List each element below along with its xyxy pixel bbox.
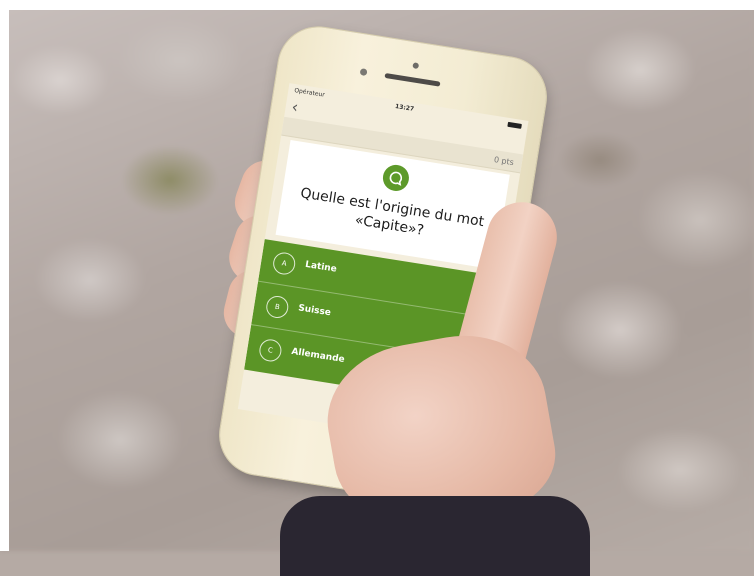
image-border-left: [0, 0, 9, 551]
chevron-left-icon[interactable]: ‹: [290, 97, 299, 117]
answer-letter: A: [271, 250, 297, 277]
jacket-sleeve: [280, 496, 590, 576]
answer-letter: B: [264, 294, 290, 320]
earpiece-speaker: [384, 72, 441, 87]
score-points: 0 pts: [493, 155, 515, 168]
clock: 13:27: [394, 102, 415, 113]
battery-icon: [507, 121, 522, 129]
answer-letter: C: [257, 337, 283, 364]
answer-label: Suisse: [297, 303, 332, 319]
question-text: Quelle est l'origine du mot «Capite»?: [299, 185, 486, 239]
front-camera: [359, 68, 368, 77]
answer-label: Latine: [304, 259, 338, 275]
answer-label: Allemande: [290, 346, 346, 366]
image-border-top: [0, 0, 754, 10]
proximity-sensor: [412, 62, 420, 70]
speech-bubble-icon: [381, 163, 411, 193]
